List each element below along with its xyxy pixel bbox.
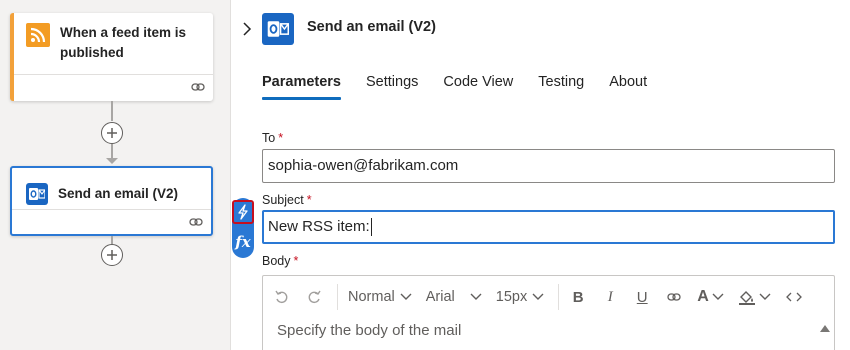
required-marker: * xyxy=(306,193,312,207)
chevron-down-icon xyxy=(532,293,544,300)
action-card-header: Send an email (V2) xyxy=(12,168,211,210)
dynamic-content-button[interactable] xyxy=(232,200,254,224)
panel-header: Send an email (V2) xyxy=(231,0,850,58)
token-picker-toolbar: fx xyxy=(232,198,254,258)
link-icon[interactable] xyxy=(189,216,203,228)
to-field[interactable]: sophia-owen@fabrikam.com xyxy=(262,149,835,183)
expression-button[interactable]: fx xyxy=(232,230,254,254)
subject-label: Subject * xyxy=(262,193,312,207)
undo-icon[interactable] xyxy=(273,288,291,306)
tab-parameters[interactable]: Parameters xyxy=(262,74,341,100)
action-details-panel: Send an email (V2) Parameters Settings C… xyxy=(230,0,850,350)
outlook-icon xyxy=(26,182,48,205)
link-icon[interactable] xyxy=(191,81,205,93)
connector-line xyxy=(111,101,113,121)
chevron-down-icon xyxy=(470,293,482,300)
body-editor[interactable]: Normal Arial 15px B I U A Specify the bo… xyxy=(262,275,835,350)
chevron-down-icon xyxy=(712,293,724,300)
rss-icon xyxy=(26,23,50,47)
chevron-down-icon xyxy=(400,293,412,300)
font-size-dropdown[interactable]: 15px xyxy=(496,289,544,305)
underline-icon[interactable]: U xyxy=(633,288,651,306)
tab-about[interactable]: About xyxy=(609,74,647,100)
trigger-card-header: When a feed item is published xyxy=(14,13,213,73)
body-placeholder: Specify the body of the mail xyxy=(277,322,462,339)
chevron-right-icon[interactable] xyxy=(242,22,252,36)
action-title: Send an email (V2) xyxy=(58,185,179,201)
required-marker: * xyxy=(293,254,299,268)
add-step-button[interactable] xyxy=(101,244,123,266)
required-marker: * xyxy=(278,131,284,145)
editor-toolbar: Normal Arial 15px B I U A xyxy=(263,276,834,318)
highlight-color-dropdown[interactable] xyxy=(738,289,771,305)
action-card[interactable]: Send an email (V2) xyxy=(10,166,213,236)
bold-icon[interactable]: B xyxy=(569,288,587,306)
connector-line xyxy=(111,236,113,244)
body-label-text: Body xyxy=(262,254,291,268)
block-style-dropdown[interactable]: Normal xyxy=(348,289,412,305)
outlook-icon xyxy=(262,13,294,45)
italic-icon[interactable]: I xyxy=(601,288,619,306)
link-icon[interactable] xyxy=(665,288,683,306)
trigger-card-footer xyxy=(14,74,213,101)
plus-icon xyxy=(107,250,117,260)
tab-code-view[interactable]: Code View xyxy=(443,74,513,100)
subject-field[interactable]: New RSS item: xyxy=(262,210,835,244)
font-color-dropdown[interactable]: A xyxy=(697,288,724,306)
text-caret xyxy=(370,218,372,237)
font-family-dropdown[interactable]: Arial xyxy=(426,289,482,305)
font-family-value: Arial xyxy=(425,289,455,305)
trigger-title: When a feed item is published xyxy=(60,25,187,60)
chevron-down-icon xyxy=(759,293,771,300)
designer-canvas: When a feed item is published Send an em… xyxy=(0,0,230,350)
action-card-footer xyxy=(12,209,211,234)
block-style-value: Normal xyxy=(348,289,395,305)
tab-settings[interactable]: Settings xyxy=(366,74,418,100)
connector-line xyxy=(111,144,113,158)
to-label-text: To xyxy=(262,131,276,145)
font-size-value: 15px xyxy=(495,289,528,305)
toolbar-divider xyxy=(337,284,338,310)
lightning-icon xyxy=(238,204,248,220)
to-field-value: sophia-owen@fabrikam.com xyxy=(268,157,459,174)
code-view-icon[interactable] xyxy=(785,288,803,306)
subject-field-value: New RSS item: xyxy=(268,218,370,235)
toolbar-divider xyxy=(558,284,560,310)
tab-bar: Parameters Settings Code View Testing Ab… xyxy=(262,74,672,100)
panel-title[interactable]: Send an email (V2) xyxy=(307,19,436,35)
body-label: Body * xyxy=(262,254,298,268)
redo-icon[interactable] xyxy=(305,288,323,306)
trigger-card[interactable]: When a feed item is published xyxy=(10,13,213,101)
plus-icon xyxy=(107,128,117,138)
arrow-down-icon xyxy=(106,158,118,164)
paint-bucket-icon xyxy=(738,291,755,305)
scroll-up-icon[interactable] xyxy=(820,325,830,332)
font-color-icon: A xyxy=(697,288,709,305)
to-label: To * xyxy=(262,131,283,145)
tab-testing[interactable]: Testing xyxy=(538,74,584,100)
subject-label-text: Subject xyxy=(262,193,304,207)
add-step-button[interactable] xyxy=(101,122,123,144)
